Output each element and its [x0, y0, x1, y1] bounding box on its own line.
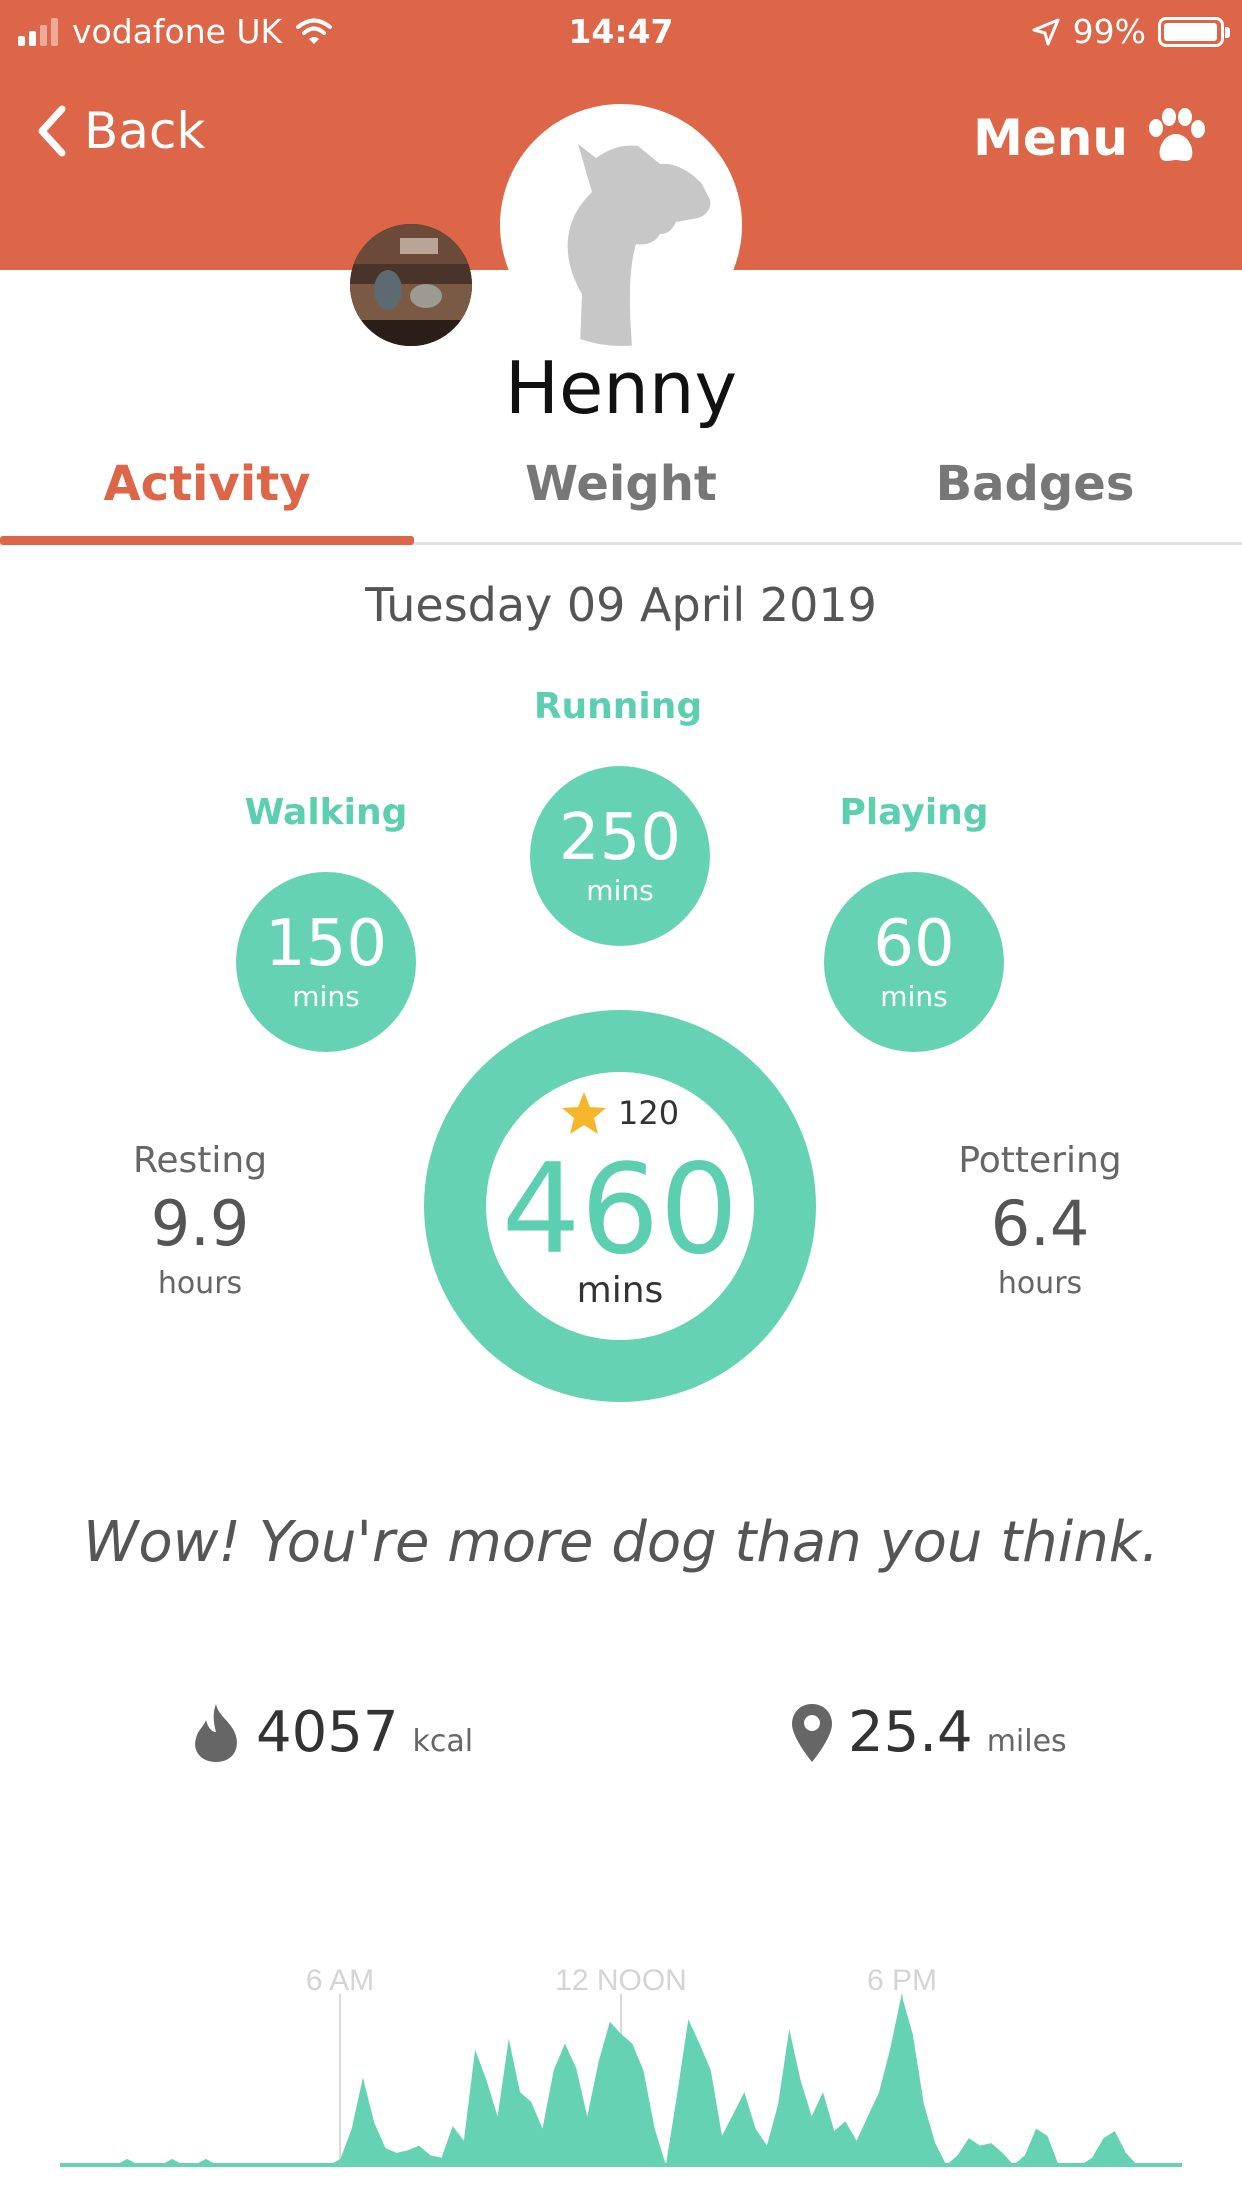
back-button[interactable]: Back	[36, 96, 205, 166]
dog-photo-image	[350, 224, 472, 346]
distance-value: 25.4	[848, 1700, 973, 1765]
menu-button[interactable]: Menu	[973, 100, 1208, 176]
paw-icon	[1149, 108, 1205, 161]
tab-active-indicator	[0, 536, 414, 545]
walking-bubble[interactable]: 150 mins	[236, 872, 416, 1052]
scottie-dog-silhouette-icon	[567, 144, 711, 346]
pottering-label: Pottering	[958, 1140, 1122, 1181]
pottering-unit: hours	[997, 1266, 1083, 1301]
battery-percent: 99%	[1072, 12, 1146, 51]
running-unit: mins	[586, 874, 654, 907]
running-bubble[interactable]: 250 mins	[530, 766, 710, 946]
dog-photo-avatar[interactable]	[350, 224, 472, 346]
calories-unit: kcal	[412, 1724, 474, 1759]
calories-stat: 4057 kcal	[190, 1700, 473, 1765]
tab-badges[interactable]: Badges	[828, 456, 1242, 512]
status-bar-right: 99%	[1031, 8, 1230, 56]
timeline-label-6pm: 6 PM	[867, 1964, 937, 1997]
chevron-left-icon	[38, 105, 66, 157]
location-arrow-icon	[1032, 18, 1060, 46]
battery-icon	[1158, 17, 1230, 47]
points-value: 120	[618, 1094, 680, 1132]
activity-timeline-chart: 6 AM 12 NOON 6 PM	[60, 1964, 1182, 2167]
distance-unit: miles	[986, 1724, 1067, 1759]
distance-stat: 25.4 miles	[790, 1700, 1067, 1765]
back-label: Back	[84, 102, 206, 160]
running-value: 250	[558, 801, 682, 875]
playing-bubble[interactable]: 60 mins	[824, 872, 1004, 1052]
playing-label: Playing	[839, 792, 989, 833]
running-label: Running	[533, 686, 703, 727]
menu-label: Menu	[973, 109, 1128, 167]
timeline-label-6am: 6 AM	[306, 1964, 374, 1997]
dog-name: Henny	[504, 346, 738, 430]
location-pin-icon	[792, 1703, 832, 1762]
star-icon	[562, 1092, 606, 1134]
resting-label: Resting	[132, 1140, 268, 1181]
resting-value: 9.9	[150, 1187, 250, 1260]
timeline-label-noon: 12 NOON	[555, 1964, 687, 1997]
calories-value: 4057	[256, 1700, 399, 1765]
tab-activity[interactable]: Activity	[0, 456, 414, 512]
tab-weight[interactable]: Weight	[414, 456, 828, 512]
playing-unit: mins	[880, 980, 948, 1013]
pottering-value: 6.4	[990, 1187, 1090, 1260]
pottering-summary: Pottering 6.4 hours	[920, 1140, 1160, 1301]
activity-date: Tuesday 09 April 2019	[365, 578, 877, 632]
walking-value: 150	[264, 907, 388, 981]
total-minutes-value: 460	[501, 1138, 739, 1282]
walking-unit: mins	[292, 980, 360, 1013]
resting-unit: hours	[157, 1266, 243, 1301]
motivation-tagline: Wow! You're more dog than you think.	[83, 1510, 1159, 1575]
dog-profile-avatar[interactable]	[500, 104, 742, 346]
resting-summary: Resting 9.9 hours	[80, 1140, 320, 1301]
walking-label: Walking	[244, 792, 408, 833]
total-minutes-unit: mins	[576, 1270, 664, 1311]
playing-value: 60	[873, 907, 955, 981]
flame-icon	[195, 1703, 237, 1762]
